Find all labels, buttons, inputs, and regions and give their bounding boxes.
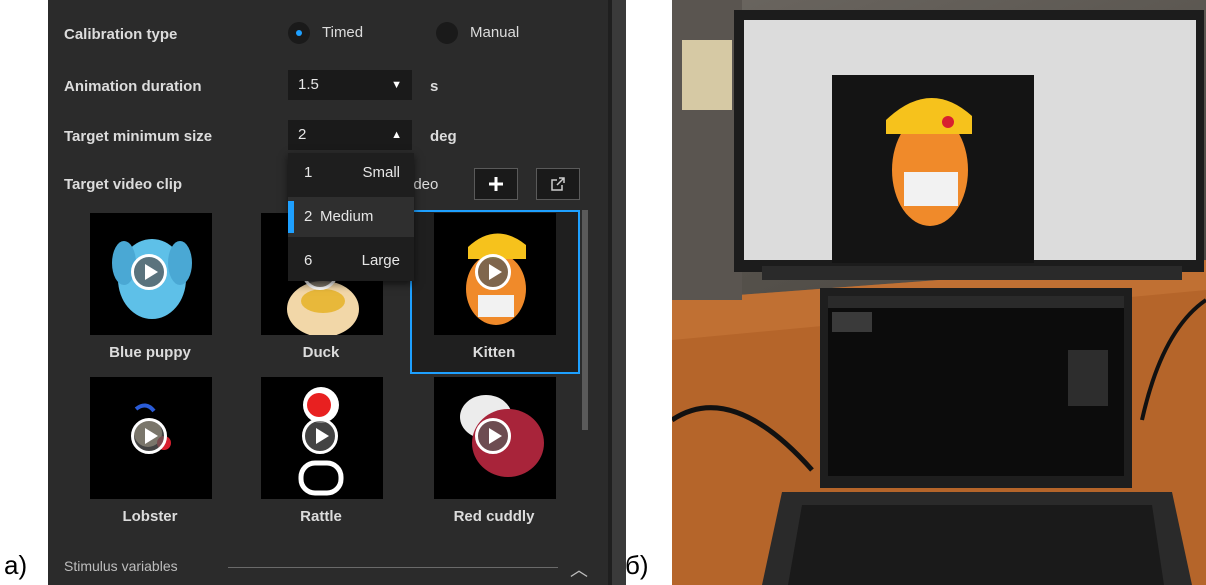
- size-option-number: 6: [304, 252, 313, 269]
- size-dropdown-list: 1 Small 2 Medium 6 Large: [288, 153, 414, 281]
- clip-name-duck: Duck: [302, 344, 340, 361]
- add-clip-button[interactable]: [474, 168, 518, 200]
- play-icon[interactable]: [131, 254, 167, 290]
- clip-thumb-lobster[interactable]: [90, 377, 212, 499]
- chevron-down-icon: ▼: [391, 79, 402, 91]
- figure-label-b: б): [625, 550, 649, 580]
- setup-photo: [672, 0, 1206, 585]
- target-min-size-unit: deg: [430, 128, 457, 145]
- clip-thumb-kitten[interactable]: [434, 213, 556, 335]
- target-min-size-label: Target minimum size: [64, 128, 213, 145]
- plus-icon: [489, 177, 503, 191]
- play-icon[interactable]: [475, 254, 511, 290]
- play-icon[interactable]: [475, 418, 511, 454]
- animation-duration-combo[interactable]: 1.5 ▼: [288, 70, 412, 100]
- clip-name-kitten: Kitten: [472, 344, 516, 361]
- calibration-settings-panel: Calibration type Timed Manual Animation …: [48, 0, 626, 585]
- size-option-name: Small: [362, 164, 400, 181]
- size-option-name: Medium: [320, 208, 374, 225]
- chevron-up-icon[interactable]: ︿: [570, 556, 588, 582]
- play-icon[interactable]: [131, 418, 167, 454]
- target-video-clip-label: Target video clip: [64, 176, 183, 193]
- panel-scroll-rail[interactable]: [612, 0, 626, 585]
- clip-list-scrollbar[interactable]: [582, 210, 588, 430]
- calibration-type-label: Calibration type: [64, 26, 178, 43]
- size-option-large[interactable]: 6 Large: [288, 241, 414, 281]
- timed-radio[interactable]: [288, 22, 310, 44]
- selection-indicator: [288, 201, 294, 233]
- clip-name-lobster: Lobster: [122, 508, 178, 525]
- chevron-up-icon: ▲: [391, 129, 402, 141]
- figure-label-a: а): [4, 550, 28, 580]
- target-min-size-value: 2: [298, 126, 307, 143]
- open-external-button[interactable]: [536, 168, 580, 200]
- video-label-tail: ideo: [410, 176, 439, 193]
- manual-radio-label[interactable]: Manual: [470, 24, 519, 41]
- target-min-size-combo[interactable]: 2 ▲: [288, 120, 412, 150]
- stimulus-variables-header[interactable]: Stimulus variables: [64, 558, 178, 574]
- clip-thumb-rattle[interactable]: [261, 377, 383, 499]
- timed-radio-label[interactable]: Timed: [322, 24, 363, 41]
- clip-name-rattle: Rattle: [300, 508, 342, 525]
- size-option-number: 1: [304, 164, 313, 181]
- size-option-small[interactable]: 1 Small: [288, 153, 414, 193]
- size-option-number: 2: [304, 208, 313, 225]
- animation-duration-label: Animation duration: [64, 78, 202, 95]
- clip-name-blue-puppy: Blue puppy: [109, 344, 191, 361]
- manual-radio[interactable]: [436, 22, 458, 44]
- section-divider: [228, 567, 558, 568]
- size-option-medium[interactable]: 2 Medium: [288, 197, 414, 237]
- clip-thumb-blue-puppy[interactable]: [90, 213, 212, 335]
- clip-name-red-cuddly: Red cuddly: [453, 508, 535, 525]
- setup-photo-illustration: [672, 0, 1206, 585]
- size-option-name: Large: [361, 252, 400, 269]
- play-icon[interactable]: [302, 418, 338, 454]
- open-external-icon: [551, 177, 565, 191]
- animation-duration-unit: s: [430, 78, 439, 95]
- animation-duration-value: 1.5: [298, 76, 319, 93]
- clip-thumb-red-cuddly[interactable]: [434, 377, 556, 499]
